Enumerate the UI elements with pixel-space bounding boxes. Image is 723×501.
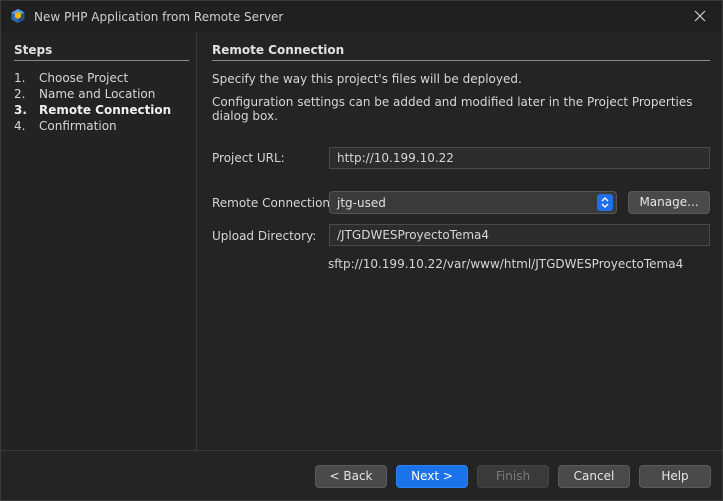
remote-connection-label: Remote Connection: bbox=[212, 196, 335, 210]
step-number: 2. bbox=[14, 87, 26, 101]
step-name-and-location: 2. Name and Location bbox=[14, 87, 155, 101]
remote-connection-selected: jtg-used bbox=[337, 196, 386, 210]
step-label: Remote Connection bbox=[39, 103, 172, 117]
steps-heading: Steps bbox=[14, 43, 189, 61]
netbeans-cube-icon bbox=[11, 9, 25, 23]
description-line-2: Configuration settings can be added and … bbox=[212, 95, 693, 123]
steps-panel: Steps 1. Choose Project 2. Name and Locati… bbox=[1, 32, 197, 450]
help-button[interactable]: Help bbox=[639, 465, 711, 488]
title-bar: New PHP Application from Remote Server bbox=[0, 0, 723, 32]
step-choose-project: 1. Choose Project bbox=[14, 71, 128, 85]
finish-button[interactable]: Finish bbox=[477, 465, 549, 488]
step-label: Confirmation bbox=[39, 119, 117, 133]
upload-directory-label: Upload Directory: bbox=[212, 229, 317, 243]
step-label: Choose Project bbox=[39, 71, 129, 85]
description-line-1: Specify the way this project's files wil… bbox=[212, 72, 522, 86]
back-button[interactable]: < Back bbox=[315, 465, 387, 488]
step-remote-connection: 3. Remote Connection bbox=[14, 103, 171, 117]
step-number: 1. bbox=[14, 71, 26, 85]
wizard-dialog: Steps 1. Choose Project 2. Name and Locati… bbox=[0, 32, 723, 501]
project-url-label: Project URL: bbox=[212, 151, 285, 165]
step-label: Name and Location bbox=[39, 87, 156, 101]
step-number: 3. bbox=[14, 103, 27, 117]
window-title: New PHP Application from Remote Server bbox=[34, 10, 284, 24]
upload-directory-field[interactable]: /JTGDWESProyectoTema4 bbox=[329, 224, 710, 246]
project-url-field[interactable]: http://10.199.10.22 bbox=[329, 147, 710, 169]
cancel-button[interactable]: Cancel bbox=[558, 465, 630, 488]
step-number: 4. bbox=[14, 119, 26, 133]
footer-divider bbox=[1, 450, 722, 451]
step-confirmation: 4. Confirmation bbox=[14, 119, 117, 133]
next-button[interactable]: Next > bbox=[396, 465, 468, 488]
resolved-upload-path: sftp://10.199.10.22/var/www/html/JTGDWES… bbox=[328, 257, 684, 271]
manage-button[interactable]: Manage... bbox=[628, 191, 710, 214]
close-icon[interactable] bbox=[692, 8, 708, 24]
page-title: Remote Connection bbox=[212, 43, 710, 61]
remote-connection-select[interactable]: jtg-used bbox=[329, 191, 617, 214]
updown-chevron-icon bbox=[597, 194, 613, 211]
